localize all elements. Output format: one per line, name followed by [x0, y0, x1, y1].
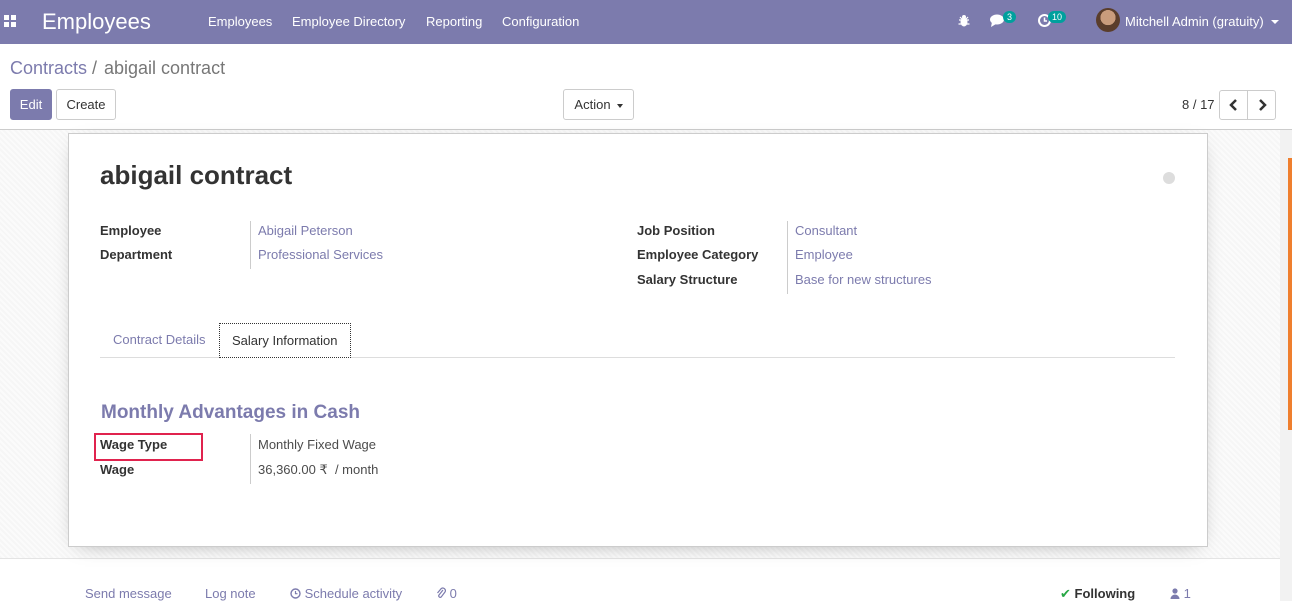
- salary-structure-label: Salary Structure: [637, 272, 738, 287]
- user-avatar[interactable]: [1096, 8, 1120, 32]
- followers-count: 1: [1183, 586, 1191, 601]
- wage-type-value: Monthly Fixed Wage: [258, 437, 377, 452]
- user-menu-caret-icon[interactable]: [1271, 20, 1279, 24]
- pager-previous-button[interactable]: [1219, 90, 1248, 120]
- paperclip-icon: [437, 587, 446, 598]
- activities-badge: 10: [1048, 11, 1067, 23]
- clock-icon: [290, 588, 301, 599]
- employee-value[interactable]: Abigail Peterson: [258, 223, 353, 238]
- status-indicator: [1163, 172, 1175, 184]
- caret-down-icon: [616, 103, 623, 108]
- action-label: Action: [574, 97, 611, 112]
- pager-next-button[interactable]: [1247, 90, 1276, 120]
- tab-salary-information[interactable]: Salary Information: [219, 323, 351, 358]
- pager-value[interactable]: 8 / 17: [1182, 97, 1215, 112]
- record-title: abigail contract: [100, 160, 293, 190]
- employee-category-label: Employee Category: [637, 247, 759, 262]
- breadcrumb-parent[interactable]: Contracts: [10, 58, 87, 79]
- menu-reporting[interactable]: Reporting: [426, 14, 482, 29]
- scrollbar-thumb[interactable]: [1288, 158, 1292, 430]
- edit-button[interactable]: Edit: [10, 89, 52, 120]
- wage-type-label: Wage Type: [100, 437, 168, 452]
- user-icon: [1170, 588, 1180, 599]
- wage-label: Wage: [100, 462, 135, 477]
- apps-menu-icon[interactable]: [4, 15, 16, 27]
- create-button[interactable]: Create: [56, 89, 116, 120]
- breadcrumb-current: abigail contract: [104, 58, 226, 78]
- employee-category-value[interactable]: Employee: [795, 247, 853, 262]
- employee-label: Employee: [100, 223, 162, 238]
- top-navbar: Employees Employees Employee Directory R…: [0, 0, 1292, 44]
- following-label: Following: [1074, 586, 1136, 601]
- action-dropdown-button[interactable]: Action: [563, 89, 634, 120]
- job-position-value[interactable]: Consultant: [795, 223, 857, 238]
- department-label: Department: [100, 247, 173, 262]
- menu-employees[interactable]: Employees: [208, 14, 272, 29]
- user-menu[interactable]: Mitchell Admin (gratuity): [1125, 14, 1264, 29]
- salary-structure-value[interactable]: Base for new structures: [795, 272, 932, 287]
- tab-contract-details[interactable]: Contract Details: [101, 323, 217, 358]
- log-note-button[interactable]: Log note: [205, 586, 256, 601]
- send-message-button[interactable]: Send message: [85, 586, 172, 601]
- attachments-button[interactable]: 0: [436, 586, 457, 601]
- menu-configuration[interactable]: Configuration: [502, 14, 579, 29]
- menu-employee-directory[interactable]: Employee Directory: [292, 14, 405, 29]
- schedule-activity-button[interactable]: Schedule activity: [290, 586, 402, 601]
- job-position-label: Job Position: [637, 223, 715, 238]
- debug-bug-icon[interactable]: [958, 14, 970, 30]
- wage-value: 36,360.00 ₹ / month: [258, 462, 379, 477]
- check-icon: ✔: [1060, 586, 1071, 601]
- field-divider: [787, 221, 788, 294]
- section-title: Monthly Advantages in Cash: [101, 402, 360, 423]
- attachments-count: 0: [449, 586, 457, 601]
- messages-badge: 3: [1003, 11, 1017, 23]
- followers-button[interactable]: 1: [1170, 586, 1191, 601]
- app-title[interactable]: Employees: [42, 9, 151, 35]
- following-button[interactable]: ✔ Following: [1060, 586, 1135, 602]
- breadcrumb-separator: /: [92, 58, 98, 78]
- field-divider: [250, 221, 251, 269]
- schedule-activity-label: Schedule activity: [304, 586, 403, 601]
- field-divider: [250, 434, 251, 484]
- department-value[interactable]: Professional Services: [258, 247, 383, 262]
